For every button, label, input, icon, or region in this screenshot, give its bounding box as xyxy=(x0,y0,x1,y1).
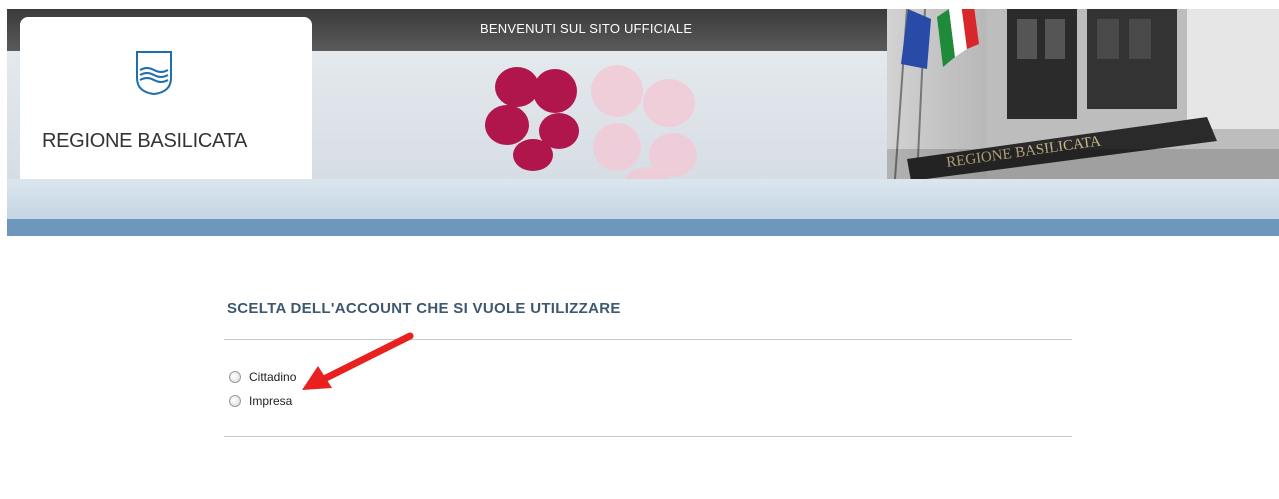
option-impresa-label: Impresa xyxy=(249,394,293,408)
header-band-light xyxy=(7,179,1279,219)
logo-box[interactable]: REGIONE BASILICATA xyxy=(20,17,312,179)
region-shield-icon xyxy=(136,51,172,96)
option-cittadino[interactable]: Cittadino xyxy=(229,369,296,385)
red-arrow-icon xyxy=(302,332,414,390)
radio-impresa[interactable] xyxy=(229,395,241,407)
form-title: SCELTA DELL'ACCOUNT CHE SI VUOLE UTILIZZ… xyxy=(227,300,621,317)
site-header: BENVENUTI SUL SITO UFFICIALE REGIONE BAS… xyxy=(7,9,1279,179)
flower-logo-icon xyxy=(485,65,697,179)
logo-title: REGIONE BASILICATA xyxy=(42,130,248,152)
welcome-text: BENVENUTI SUL SITO UFFICIALE xyxy=(480,21,693,36)
radio-cittadino[interactable] xyxy=(229,371,241,383)
option-cittadino-label: Cittadino xyxy=(249,370,297,384)
header-band-blue xyxy=(7,219,1279,236)
building-illustration: REGIONE BASILICATA xyxy=(887,9,1279,179)
option-impresa[interactable]: Impresa xyxy=(229,393,292,409)
building-photo: REGIONE BASILICATA xyxy=(887,9,1279,179)
divider-bottom xyxy=(224,436,1072,437)
